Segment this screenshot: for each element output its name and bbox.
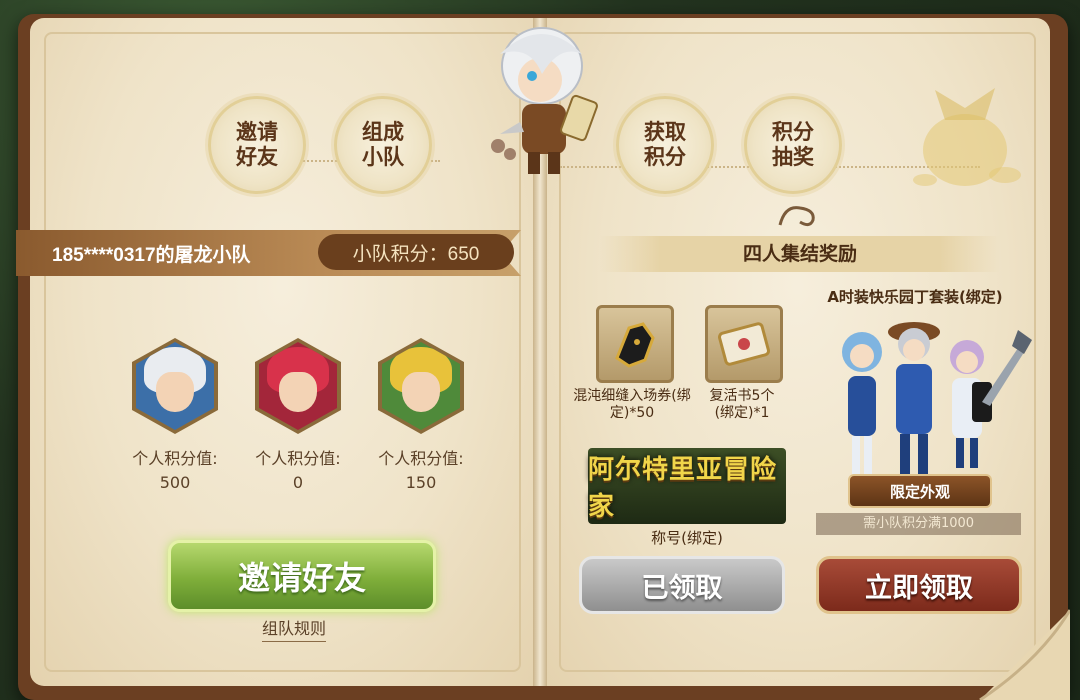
member-score-value: 0 xyxy=(292,473,304,492)
knight-character-art xyxy=(491,27,598,174)
reward-title: 四人集结奖励 xyxy=(742,243,857,265)
team-name: 185****0317的屠龙小队 xyxy=(52,245,251,266)
member-score-label: 个人积分值: xyxy=(255,449,341,468)
mask-icon xyxy=(615,322,655,368)
page-curl xyxy=(979,609,1070,700)
requirement-note: 需小队积分满1000 xyxy=(816,513,1021,535)
reward-item-ticket-label: 混沌细缝入场券(绑定)*50 xyxy=(573,388,691,421)
step-earn-points[interactable]: 获取积分 xyxy=(616,96,714,194)
money-bag-icon xyxy=(913,88,1021,186)
team-score: 小队积分：650 xyxy=(318,234,514,270)
step-team-label: 组成小队 xyxy=(362,120,404,169)
title-item-label: 称号(绑定) xyxy=(651,529,723,547)
reward-item-revive-book[interactable] xyxy=(705,305,783,383)
step-earn-label: 获取积分 xyxy=(644,120,686,169)
member-score-value: 500 xyxy=(159,473,191,492)
step-draw-label: 积分抽奖 xyxy=(772,120,814,169)
member-score-label: 个人积分值: xyxy=(378,449,464,468)
title-badge-art: 阿尔特里亚冒险家 xyxy=(588,448,786,524)
invite-friends-button[interactable]: 邀请好友 xyxy=(168,540,436,612)
member-score-label: 个人积分值: xyxy=(132,449,218,468)
reward-item-book-label: 复活书5个(绑定)*1 xyxy=(709,388,775,421)
limited-look-badge: 限定外观 xyxy=(848,474,992,508)
costume-characters-art xyxy=(842,322,1032,484)
costume-title: A时装快乐园丁套装(绑定) xyxy=(827,288,1003,306)
step-invite-label: 邀请好友 xyxy=(236,120,278,169)
member-score-value: 150 xyxy=(405,473,437,492)
claimed-button[interactable]: 已领取 xyxy=(579,556,785,614)
swirl-ornament-icon xyxy=(778,206,815,227)
step-form-team[interactable]: 组成小队 xyxy=(334,96,432,194)
title-badge-text: 阿尔特里亚冒险家 xyxy=(588,455,778,522)
team-rules-link[interactable]: 组队规则 xyxy=(262,615,327,642)
step-invite-friends[interactable]: 邀请好友 xyxy=(208,96,306,194)
scroll-book-icon xyxy=(718,322,770,366)
reward-item-ticket[interactable] xyxy=(596,305,674,383)
step-points-lottery[interactable]: 积分抽奖 xyxy=(744,96,842,194)
